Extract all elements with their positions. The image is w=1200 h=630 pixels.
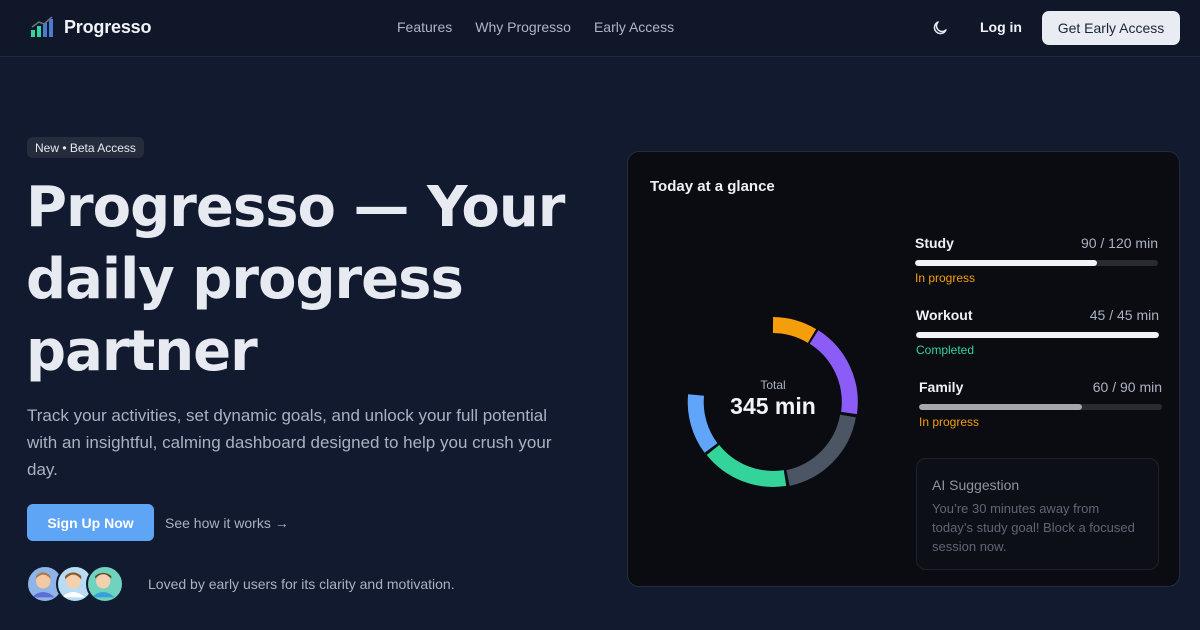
- social-proof-text: Loved by early users for its clarity and…: [148, 576, 455, 592]
- top-nav: Progresso Features Why Progresso Early A…: [0, 0, 1200, 57]
- get-early-access-button[interactable]: Get Early Access: [1042, 11, 1180, 45]
- activity-value: 60 / 90 min: [1092, 379, 1162, 395]
- ai-suggestion-text: You’re 30 minutes away from today’s stud…: [932, 501, 1135, 554]
- activity-value: 45 / 45 min: [1089, 307, 1159, 323]
- activity-progress-bar: [915, 260, 1158, 266]
- activity-family: Family 60 / 90 min In progress: [919, 379, 1162, 429]
- activity-status: In progress: [919, 415, 980, 429]
- bar-chart-logo-icon: [31, 16, 53, 37]
- activity-status: In progress: [915, 271, 976, 285]
- activity-progress-bar: [919, 404, 1162, 410]
- donut-total-value: 345 min: [730, 393, 816, 419]
- activity-name: Family: [919, 379, 964, 395]
- ai-suggestion-panel: AI Suggestion You’re 30 minutes away fro…: [916, 458, 1159, 570]
- activity-progress-fill: [919, 404, 1082, 410]
- see-how-it-works-link[interactable]: See how it works →: [165, 515, 289, 531]
- activity-workout: Workout 45 / 45 min Completed: [916, 307, 1159, 357]
- nav-link-early-access[interactable]: Early Access: [594, 19, 674, 35]
- nav-link-why-progresso[interactable]: Why Progresso: [475, 19, 571, 35]
- today-card: Today at a glance Total 345 min Study 90…: [627, 151, 1180, 587]
- login-link[interactable]: Log in: [980, 19, 1022, 35]
- ai-suggestion-title: AI Suggestion: [932, 477, 1020, 493]
- donut-segment-workout: [772, 317, 817, 344]
- donut-total-label: Total: [760, 378, 786, 392]
- activity-name: Study: [915, 235, 954, 251]
- activity-value: 90 / 120 min: [1080, 235, 1158, 251]
- user-avatars: [26, 565, 136, 603]
- moon-icon[interactable]: [931, 19, 949, 37]
- beta-badge: New • Beta Access: [27, 137, 144, 158]
- activity-progress-bar: [916, 332, 1159, 338]
- donut-segment-family: [706, 444, 787, 487]
- nav-link-features[interactable]: Features: [397, 19, 452, 35]
- hero-headline: Progresso — Your daily progress partner: [26, 175, 565, 384]
- activity-name: Workout: [916, 307, 973, 323]
- donut-segment-other-gray: [786, 414, 856, 486]
- activity-status: Completed: [916, 343, 975, 357]
- nav-links: Features Why Progresso Early Access: [397, 19, 674, 35]
- sign-up-button[interactable]: Sign Up Now: [27, 504, 154, 541]
- activity-study: Study 90 / 120 min In progress: [915, 235, 1158, 285]
- card-title: Today at a glance: [650, 178, 775, 195]
- activity-progress-fill: [915, 260, 1098, 266]
- avatar: [86, 565, 124, 603]
- brand-logo[interactable]: Progresso: [30, 15, 151, 39]
- activity-progress-fill: [916, 332, 1159, 338]
- brand-name: Progresso: [64, 16, 152, 37]
- hero-subtitle: Track your activities, set dynamic goals…: [27, 406, 552, 479]
